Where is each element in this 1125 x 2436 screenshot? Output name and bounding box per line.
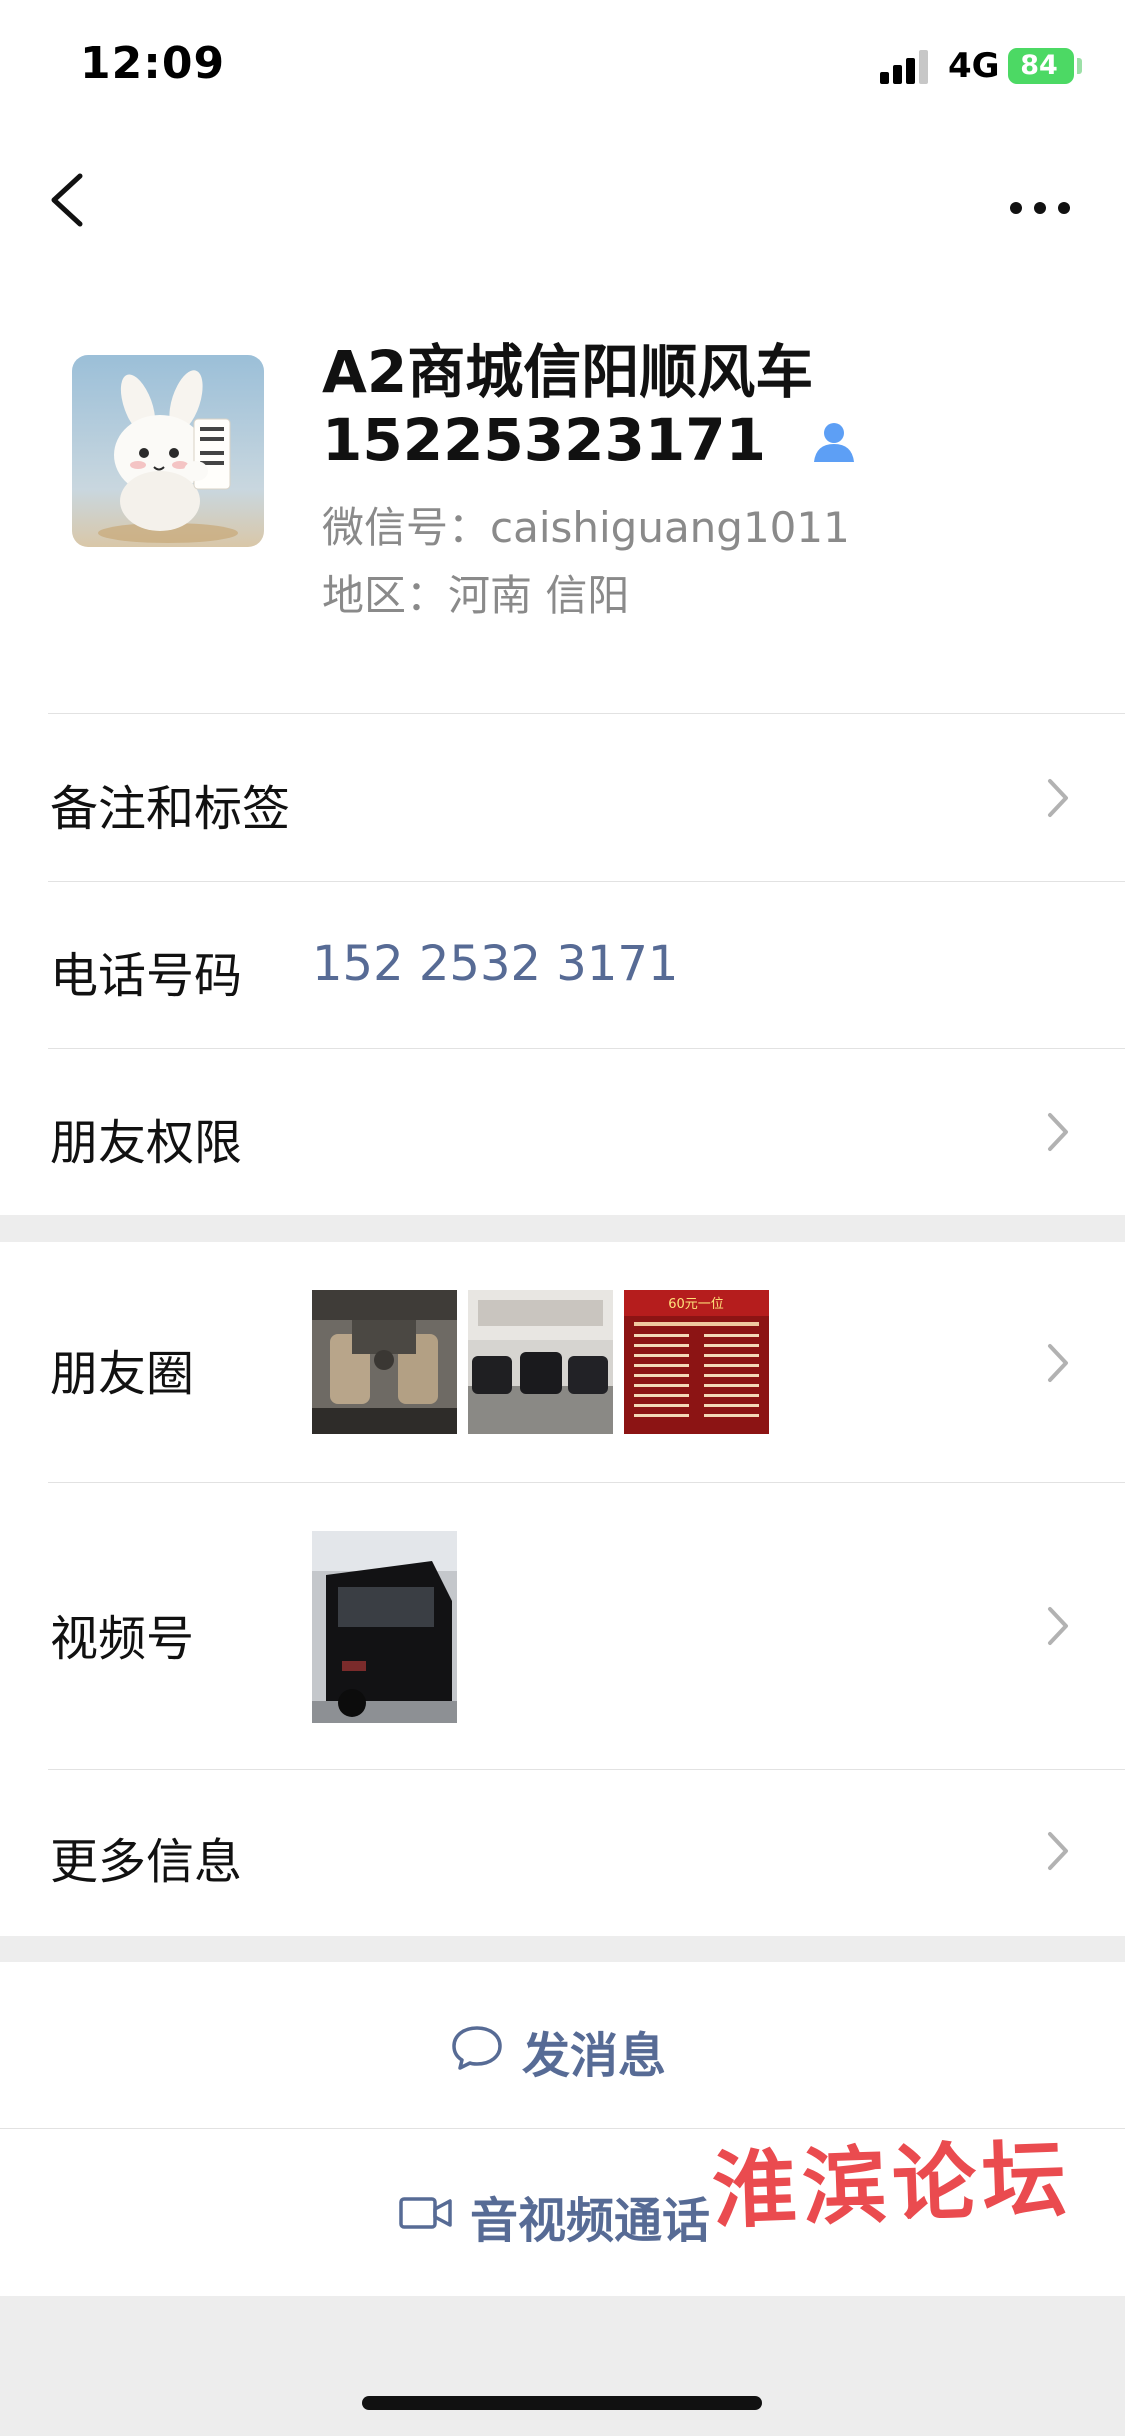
row-channels-label: 视频号 xyxy=(50,1611,195,1667)
poster-title: 60元一位 xyxy=(668,1297,724,1312)
chevron-right-icon xyxy=(1048,1832,1068,1870)
video-camera-icon xyxy=(399,2197,452,2229)
display-name: A2商城信阳顺风车 15225323171 xyxy=(322,338,1102,478)
row-moments-label: 朋友圈 xyxy=(50,1346,195,1402)
contact-profile-page: 12:09 4G 84 A2商城信阳顺风车 15225323171 微信号：ca… xyxy=(0,0,1125,2436)
chevron-right-icon xyxy=(1048,779,1068,817)
display-name-phone: 15225323171 xyxy=(322,406,766,474)
home-indicator[interactable] xyxy=(362,2396,762,2410)
row-friend-permission[interactable]: 朋友权限 xyxy=(0,1049,1125,1215)
avatar[interactable] xyxy=(72,355,264,547)
profile-header: A2商城信阳顺风车 15225323171 微信号：caishiguang101… xyxy=(0,260,1125,715)
moments-thumbnail xyxy=(468,1290,613,1434)
network-type: 4G xyxy=(948,46,1000,86)
phone-number-link[interactable]: 152 2532 3171 xyxy=(312,936,678,992)
forum-watermark: 淮滨论坛 xyxy=(710,2128,1074,2241)
battery-level: 84 xyxy=(1020,50,1058,81)
row-remark-tags[interactable]: 备注和标签 xyxy=(0,715,1125,882)
back-button[interactable] xyxy=(38,164,98,236)
row-more-info[interactable]: 更多信息 xyxy=(0,1770,1125,1936)
moments-thumbnail: 60元一位 xyxy=(624,1290,769,1434)
battery-icon: 84 xyxy=(1008,48,1074,84)
more-button[interactable] xyxy=(1000,170,1080,230)
send-message-label: 发消息 xyxy=(522,2028,667,2084)
row-more-info-label: 更多信息 xyxy=(50,1834,243,1890)
content-group: 朋友圈 60元一位 视频号 更多信息 xyxy=(0,1242,1125,1936)
row-channels[interactable]: 视频号 xyxy=(0,1483,1125,1770)
moments-photo-van-interior xyxy=(312,1290,457,1434)
display-name-line1: A2商城信阳顺风车 xyxy=(322,338,814,406)
region: 地区：河南 信阳 xyxy=(322,571,630,620)
battery-cap xyxy=(1077,58,1082,74)
channels-thumbnail xyxy=(312,1531,457,1723)
moments-photo-parked-vans xyxy=(468,1290,613,1434)
row-phone: 电话号码 152 2532 3171 xyxy=(0,882,1125,1049)
video-call-label: 音视频通话 xyxy=(470,2193,711,2249)
row-friend-permission-label: 朋友权限 xyxy=(50,1115,243,1171)
chevron-right-icon xyxy=(1048,1607,1068,1645)
contact-settings-group: 备注和标签 电话号码 152 2532 3171 朋友权限 xyxy=(0,715,1125,1215)
nav-bar xyxy=(0,140,1125,260)
moments-photo-schedule-poster: 60元一位 xyxy=(624,1290,769,1434)
moments-thumbnail xyxy=(312,1290,457,1434)
avatar-rabbit-image xyxy=(72,355,264,547)
display-name-line2: 15225323171 xyxy=(322,406,1102,478)
row-phone-label: 电话号码 xyxy=(50,948,243,1004)
more-horizontal-icon xyxy=(1010,202,1070,214)
channels-video-black-van xyxy=(312,1531,457,1723)
chevron-right-icon xyxy=(1048,1113,1068,1151)
chevron-left-icon xyxy=(51,173,83,227)
send-message-button[interactable]: 发消息 xyxy=(0,1962,1125,2129)
chevron-right-icon xyxy=(1048,1344,1068,1382)
divider xyxy=(48,713,1125,714)
chat-bubble-icon xyxy=(452,2026,502,2070)
row-moments[interactable]: 朋友圈 60元一位 xyxy=(0,1242,1125,1483)
row-remark-tags-label: 备注和标签 xyxy=(50,781,291,837)
signal-strength-icon xyxy=(880,50,932,84)
wechat-id: 微信号：caishiguang1011 xyxy=(322,503,850,552)
status-bar: 12:09 4G 84 xyxy=(0,0,1125,140)
contact-person-icon xyxy=(810,410,858,478)
status-time: 12:09 xyxy=(80,38,226,89)
